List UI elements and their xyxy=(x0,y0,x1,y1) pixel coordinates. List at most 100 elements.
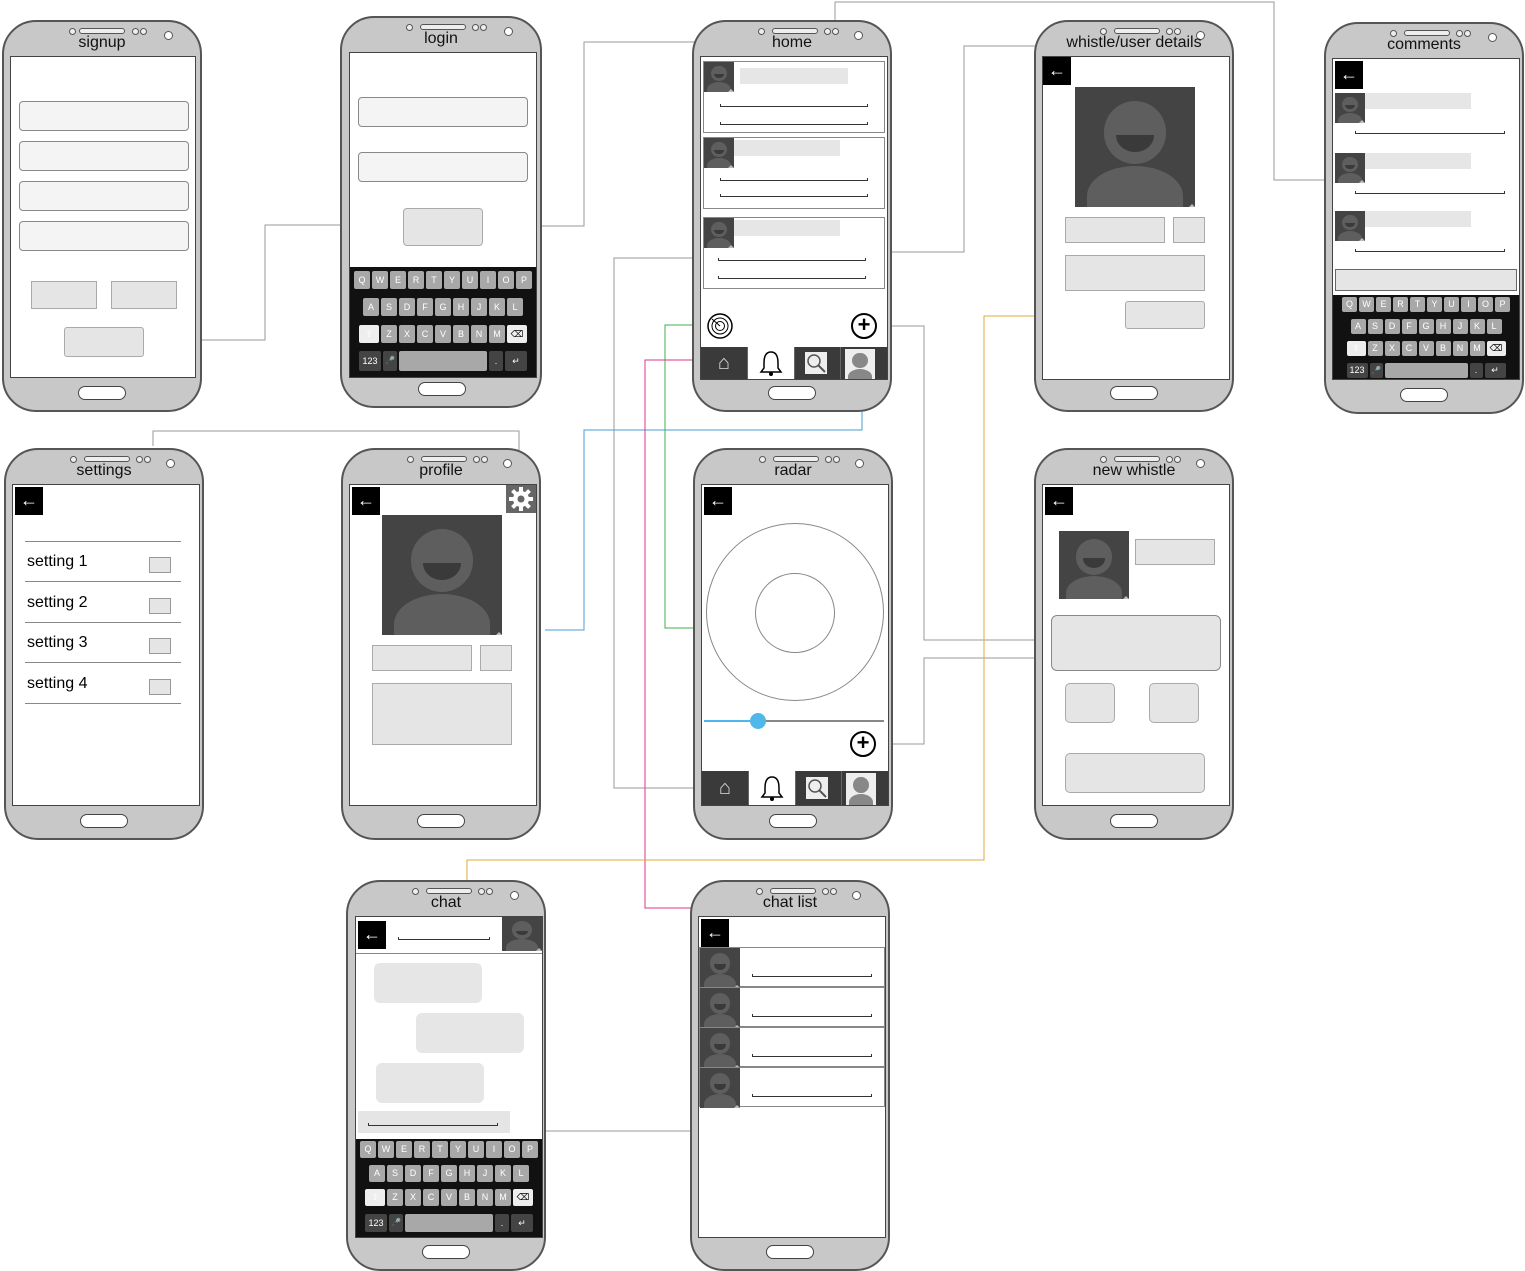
signup-option-right[interactable] xyxy=(111,281,177,309)
nav-search[interactable] xyxy=(795,347,842,379)
option-button-right[interactable] xyxy=(1149,683,1199,723)
keyboard-key[interactable]: X xyxy=(399,325,415,343)
keyboard-key[interactable]: M xyxy=(489,325,505,343)
whistle-card[interactable] xyxy=(703,217,885,289)
arrow-left-icon[interactable]: ← xyxy=(1043,57,1071,85)
setting-toggle[interactable] xyxy=(149,679,171,695)
period-key[interactable]: . xyxy=(495,1214,509,1232)
arrow-left-icon[interactable]: ← xyxy=(1335,61,1363,89)
radar-icon[interactable] xyxy=(707,313,733,339)
setting-toggle[interactable] xyxy=(149,598,171,614)
arrow-left-icon[interactable]: ← xyxy=(701,919,729,947)
keyboard-key[interactable]: P xyxy=(1495,297,1510,312)
signup-field-4[interactable] xyxy=(19,221,189,251)
chat-list-item[interactable] xyxy=(699,1067,885,1108)
whistle-card[interactable] xyxy=(703,137,885,209)
keyboard-key[interactable]: Y xyxy=(444,271,460,289)
shift-key[interactable]: ⇧ xyxy=(1346,341,1366,356)
keyboard-key[interactable]: D xyxy=(1384,319,1400,334)
keyboard-key[interactable]: S xyxy=(1367,319,1383,334)
login-password-field[interactable] xyxy=(358,152,528,182)
space-key[interactable] xyxy=(1384,363,1468,378)
keyboard-key[interactable]: V xyxy=(441,1189,457,1206)
keyboard-key[interactable]: U xyxy=(468,1141,484,1158)
chat-list-item[interactable] xyxy=(699,1027,885,1068)
keyboard-key[interactable]: H xyxy=(1435,319,1451,334)
keyboard-key[interactable]: K xyxy=(489,298,505,316)
keyboard-key[interactable]: O xyxy=(498,271,514,289)
option-button-left[interactable] xyxy=(1065,683,1115,723)
keyboard-key[interactable]: C xyxy=(423,1189,439,1206)
plus-circle-icon[interactable]: + xyxy=(850,731,876,757)
chat-list-item[interactable] xyxy=(699,987,885,1028)
enter-key[interactable]: ↵ xyxy=(511,1214,533,1232)
numbers-key[interactable]: 123 xyxy=(365,1214,387,1232)
space-key[interactable] xyxy=(405,1214,493,1232)
comment-input[interactable] xyxy=(1335,269,1517,291)
shift-key[interactable]: ⇧ xyxy=(365,1189,385,1206)
keyboard-key[interactable]: A xyxy=(369,1165,385,1182)
keyboard-key[interactable]: T xyxy=(432,1141,448,1158)
keyboard-key[interactable]: Z xyxy=(387,1189,403,1206)
keyboard-key[interactable]: W xyxy=(378,1141,394,1158)
keyboard-key[interactable]: I xyxy=(486,1141,502,1158)
keyboard-key[interactable]: R xyxy=(414,1141,430,1158)
post-whistle-button[interactable] xyxy=(1065,753,1205,793)
whistle-text-input[interactable] xyxy=(1051,615,1221,671)
keyboard-key[interactable]: Z xyxy=(1367,341,1383,356)
keyboard-key[interactable]: F xyxy=(1401,319,1417,334)
keyboard-key[interactable]: E xyxy=(390,271,406,289)
nav-profile[interactable] xyxy=(842,771,888,805)
keyboard-key[interactable]: G xyxy=(1418,319,1434,334)
keyboard-key[interactable]: A xyxy=(1350,319,1366,334)
keyboard-key[interactable]: Y xyxy=(1427,297,1442,312)
whistle-card[interactable] xyxy=(703,61,885,133)
keyboard-key[interactable]: J xyxy=(1452,319,1468,334)
keyboard-key[interactable]: I xyxy=(480,271,496,289)
signup-field-2[interactable] xyxy=(19,141,189,171)
keyboard-key[interactable]: Z xyxy=(381,325,397,343)
setting-row[interactable]: setting 3 xyxy=(25,622,181,663)
keyboard-key[interactable]: G xyxy=(435,298,451,316)
keyboard-key[interactable]: N xyxy=(471,325,487,343)
keyboard-key[interactable]: Y xyxy=(450,1141,466,1158)
keyboard-key[interactable]: E xyxy=(396,1141,412,1158)
arrow-left-icon[interactable]: ← xyxy=(358,921,386,949)
keyboard-key[interactable]: H xyxy=(453,298,469,316)
keyboard-key[interactable]: M xyxy=(495,1189,511,1206)
setting-row[interactable]: setting 4 xyxy=(25,663,181,704)
keyboard-key[interactable]: C xyxy=(1401,341,1417,356)
keyboard-key[interactable]: B xyxy=(1435,341,1451,356)
keyboard-key[interactable]: N xyxy=(477,1189,493,1206)
keyboard-key[interactable]: O xyxy=(1478,297,1493,312)
keyboard-key[interactable]: T xyxy=(1410,297,1425,312)
keyboard-key[interactable]: P xyxy=(516,271,532,289)
keyboard-key[interactable]: Q xyxy=(360,1141,376,1158)
keyboard-key[interactable]: E xyxy=(1376,297,1391,312)
nav-search[interactable] xyxy=(796,771,843,805)
numbers-key[interactable]: 123 xyxy=(359,351,381,371)
nav-home[interactable]: ⌂ xyxy=(701,347,748,379)
keyboard-key[interactable]: C xyxy=(417,325,433,343)
arrow-left-icon[interactable]: ← xyxy=(15,487,43,515)
setting-toggle[interactable] xyxy=(149,557,171,573)
login-button[interactable] xyxy=(403,208,483,246)
period-key[interactable]: . xyxy=(1469,363,1483,378)
nav-profile[interactable] xyxy=(841,347,887,379)
gear-icon[interactable] xyxy=(506,485,536,513)
signup-option-left[interactable] xyxy=(31,281,97,309)
keyboard-key[interactable]: X xyxy=(1384,341,1400,356)
keyboard-key[interactable]: M xyxy=(1469,341,1485,356)
keyboard-key[interactable]: J xyxy=(477,1165,493,1182)
keyboard-key[interactable]: Q xyxy=(1342,297,1357,312)
keyboard-key[interactable]: K xyxy=(1469,319,1485,334)
numbers-key[interactable]: 123 xyxy=(1346,363,1368,378)
keyboard-key[interactable]: I xyxy=(1461,297,1476,312)
signup-field-3[interactable] xyxy=(19,181,189,211)
backspace-key[interactable]: ⌫ xyxy=(507,325,527,343)
keyboard-key[interactable]: R xyxy=(408,271,424,289)
enter-key[interactable]: ↵ xyxy=(505,351,527,371)
signup-field-1[interactable] xyxy=(19,101,189,131)
nav-notifications[interactable] xyxy=(748,771,796,805)
keyboard-key[interactable]: K xyxy=(495,1165,511,1182)
